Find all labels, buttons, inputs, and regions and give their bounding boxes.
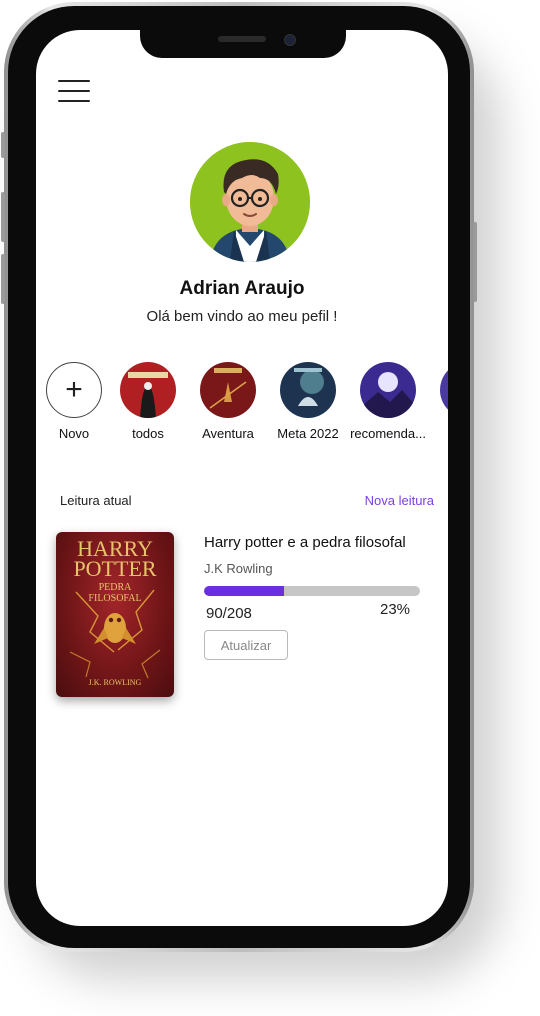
phone-volume-down xyxy=(1,254,5,304)
section-title: Leitura atual xyxy=(60,493,132,508)
story-highlights: + Novo todos Aventura Meta 2022 recomend… xyxy=(42,362,448,442)
story-thumbnail[interactable] xyxy=(120,362,176,418)
story-label: Aventura xyxy=(202,426,254,441)
story-thumbnail[interactable] xyxy=(440,362,448,418)
story-thumbnail[interactable] xyxy=(360,362,416,418)
story-meta-2022[interactable]: Meta 2022 xyxy=(268,362,348,441)
story-partial[interactable]: re xyxy=(428,362,448,441)
cover-illustration xyxy=(69,589,161,679)
avatar-illustration xyxy=(190,142,310,262)
front-camera xyxy=(284,34,296,46)
plus-icon[interactable]: + xyxy=(46,362,102,418)
profile-name: Adrian Araujo xyxy=(179,278,305,299)
story-label: Meta 2022 xyxy=(277,426,339,441)
story-thumbnail[interactable] xyxy=(280,362,336,418)
story-thumbnail[interactable] xyxy=(200,362,256,418)
pages-read: 90/208 xyxy=(206,605,252,622)
avatar[interactable] xyxy=(190,142,310,262)
phone-notch xyxy=(140,30,346,58)
new-reading-link[interactable]: Nova leitura xyxy=(365,493,434,508)
story-new[interactable]: + Novo xyxy=(36,362,114,441)
story-label: todos xyxy=(132,426,164,441)
story-recomendados[interactable]: recomenda... xyxy=(348,362,428,441)
hamburger-menu-icon[interactable] xyxy=(58,80,90,102)
story-label: recomenda... xyxy=(350,426,426,441)
story-todos[interactable]: todos xyxy=(108,362,188,441)
story-label: Novo xyxy=(58,426,90,441)
profile-greeting: Olá bem vindo ao meu pefil ! xyxy=(146,308,338,325)
phone-frame: Adrian Araujo Olá bem vindo ao meu pefil… xyxy=(1,2,477,952)
cover-author: J.K. ROWLING xyxy=(88,678,142,687)
book-title: Harry potter e a pedra filosofal xyxy=(204,534,406,551)
progress-percent: 23% xyxy=(380,601,411,618)
phone-side-button xyxy=(1,132,5,158)
book-cover[interactable]: HARRY POTTER PEDRA FILOSOFAL J.K. ROWLIN… xyxy=(56,532,174,697)
speaker-grille xyxy=(218,36,266,42)
phone-volume-up xyxy=(1,192,5,242)
update-button[interactable]: Atualizar xyxy=(204,630,288,660)
app-screen: Adrian Araujo Olá bem vindo ao meu pefil… xyxy=(36,30,448,926)
reading-progress-fill xyxy=(204,586,284,596)
reading-progress-bar xyxy=(204,586,420,596)
story-label: re xyxy=(428,426,448,441)
book-author: J.K Rowling xyxy=(204,561,273,576)
phone-power-button xyxy=(473,222,477,302)
story-aventura[interactable]: Aventura xyxy=(188,362,268,441)
